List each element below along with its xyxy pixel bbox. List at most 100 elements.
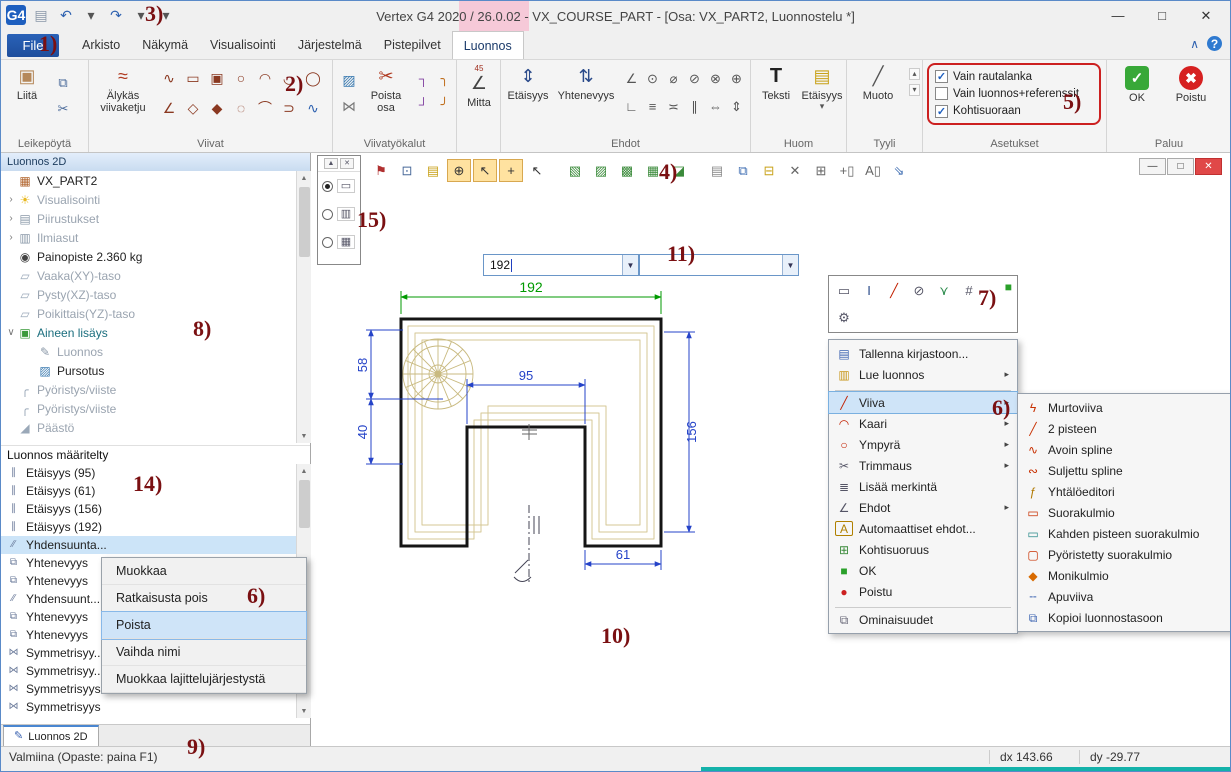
dimension-note-button[interactable]: ▤ Etäisyys ▾ bbox=[799, 64, 845, 111]
shape-style-button[interactable]: ╱ Muoto bbox=[853, 64, 903, 102]
dimension-95[interactable] bbox=[467, 379, 585, 424]
dimension-61-text[interactable]: 61 bbox=[616, 547, 630, 562]
combo-dropdown-icon[interactable]: ▼ bbox=[782, 255, 798, 275]
constraint-list-item[interactable]: ∥ Etäisyys (192) bbox=[1, 518, 296, 536]
combo-value[interactable]: 192 bbox=[484, 258, 622, 272]
constraint-icon[interactable]: ⊙ bbox=[642, 68, 663, 89]
corner-tool-icon[interactable]: ┐ bbox=[413, 68, 434, 89]
qat-button[interactable]: G4 bbox=[5, 4, 27, 26]
ribbon-tab[interactable]: Pistepilvet bbox=[373, 31, 452, 59]
constraint-list-item[interactable]: ∕∕ Yhdensuunta... bbox=[1, 536, 296, 554]
ribbon-tab[interactable]: Luonnos bbox=[452, 31, 524, 59]
scroll-up-icon[interactable]: ▲ bbox=[297, 171, 311, 185]
settings-checkbox[interactable]: Kohtisuoraan bbox=[935, 105, 1093, 118]
line-shape-icon[interactable]: ◯ bbox=[301, 66, 325, 90]
constraint-list-item[interactable]: ∥ Etäisyys (156) bbox=[1, 500, 296, 518]
line-shape-icon[interactable]: ◠ bbox=[253, 66, 277, 90]
reference-name-combo[interactable]: ▼ bbox=[639, 254, 799, 276]
canvas-toolbar-button[interactable]: ↖ bbox=[473, 159, 497, 182]
constraint-icon[interactable]: ⇕ bbox=[726, 96, 747, 117]
canvas-toolbar-button[interactable]: ▤ bbox=[421, 159, 445, 182]
canvas-toolbar-button[interactable]: +▯ bbox=[835, 159, 859, 182]
text-button[interactable]: T Teksti bbox=[755, 64, 797, 102]
constraint-icon[interactable]: ⇔ bbox=[705, 96, 726, 117]
copy-icon[interactable]: ⧉ bbox=[53, 72, 73, 92]
coincidence-constraint-button[interactable]: ⇅ Yhtenevyys bbox=[553, 64, 619, 102]
menu-item[interactable]: A Automaattiset ehdot... bbox=[829, 518, 1017, 539]
constraint-icon[interactable]: ∠ bbox=[621, 68, 642, 89]
tree-item[interactable]: › ▤ Piirustukset bbox=[1, 209, 296, 228]
line-shape-icon[interactable]: ∠ bbox=[157, 96, 181, 120]
dimension-58-40[interactable] bbox=[366, 330, 443, 464]
qat-button[interactable]: ▾ bbox=[80, 4, 102, 26]
drawing-canvas[interactable]: 192 95 58 40 156 bbox=[311, 153, 1231, 746]
menu-item[interactable]: ≣ Lisää merkintä bbox=[829, 476, 1017, 497]
constraint-icon[interactable]: ⊘ bbox=[684, 68, 705, 89]
qat-button[interactable]: ▾ bbox=[155, 4, 177, 26]
qat-button[interactable]: ▾ bbox=[130, 4, 152, 26]
ribbon-tab[interactable]: Järjestelmä bbox=[287, 31, 373, 59]
context-menu-item[interactable]: Poista bbox=[102, 612, 306, 639]
cut-icon[interactable]: ✂ bbox=[53, 98, 73, 118]
canvas-toolbar-button[interactable]: ▦ bbox=[641, 159, 665, 182]
dimension-40-text[interactable]: 40 bbox=[355, 425, 370, 439]
tree-item[interactable]: ▱ Vaaka(XY)-taso bbox=[1, 266, 296, 285]
menu-item[interactable]: ▤ Tallenna kirjastoon... bbox=[829, 343, 1017, 364]
line-shape-icon[interactable]: ◡ bbox=[277, 66, 301, 90]
document-window-button[interactable]: □ bbox=[1167, 158, 1194, 175]
menu-item[interactable]: ■ OK bbox=[829, 560, 1017, 581]
view-option[interactable]: ▥ bbox=[318, 200, 360, 228]
line-shape-icon[interactable]: ◆ bbox=[205, 96, 229, 120]
submenu-item[interactable]: ⧉ Kopioi luonnostasoon bbox=[1018, 607, 1231, 628]
constraint-icon[interactable]: ≡ bbox=[642, 96, 663, 117]
canvas-toolbar-button[interactable]: ◪ bbox=[667, 159, 691, 182]
menu-item[interactable]: ○ Ympyrä bbox=[829, 434, 1017, 455]
menu-item[interactable] bbox=[835, 603, 1011, 608]
submenu-item[interactable]: ∾ Suljettu spline bbox=[1018, 460, 1231, 481]
constraint-icon[interactable]: ∟ bbox=[621, 96, 642, 117]
canvas-toolbar-button[interactable]: ▤ bbox=[705, 159, 729, 182]
tree-item[interactable]: ▱ Pysty(XZ)-taso bbox=[1, 285, 296, 304]
tree-expander-icon[interactable]: ∨ bbox=[5, 327, 17, 338]
submenu-item[interactable]: ╌ Apuviiva bbox=[1018, 586, 1231, 607]
tree-item[interactable]: ▨ Pursotus bbox=[1, 361, 296, 380]
part-outline[interactable] bbox=[401, 319, 661, 546]
menu-item[interactable]: ▥ Lue luonnos bbox=[829, 364, 1017, 385]
linetool-side-icon[interactable]: ⋈ bbox=[337, 94, 361, 118]
canvas-toolbar-button[interactable]: ▩ bbox=[615, 159, 639, 182]
view-option[interactable]: ▦ bbox=[318, 228, 360, 256]
constraint-list-item[interactable]: ∥ Etäisyys (61) bbox=[1, 482, 296, 500]
constraint-icon[interactable]: ≍ bbox=[663, 96, 684, 117]
submenu-item[interactable]: ◆ Monikulmio bbox=[1018, 565, 1231, 586]
constraint-list-item[interactable]: ∥ Etäisyys (95) bbox=[1, 464, 296, 482]
menu-item[interactable]: ╱ Viiva bbox=[829, 392, 1017, 413]
canvas-toolbar-button[interactable]: ⊞ bbox=[809, 159, 833, 182]
line-shape-icon[interactable]: ▭ bbox=[181, 66, 205, 90]
mini-toolbar-icon[interactable]: I bbox=[858, 280, 880, 300]
line-shape-icon[interactable]: ◇ bbox=[181, 96, 205, 120]
linetool-side-icon[interactable]: ▨ bbox=[337, 68, 361, 92]
tree-item[interactable]: ◢ Päästö bbox=[1, 418, 296, 437]
canvas-toolbar-button[interactable]: ▨ bbox=[589, 159, 613, 182]
submenu-item[interactable]: ϟ Murtoviiva bbox=[1018, 397, 1231, 418]
measure-button[interactable]: 45 ∠ Mitta bbox=[459, 64, 499, 109]
bottom-tab-luonnos2d[interactable]: ✎ Luonnos 2D bbox=[3, 725, 99, 746]
corner-tool-icon[interactable]: ┘ bbox=[413, 94, 434, 115]
tree-scrollbar-thumb[interactable] bbox=[299, 187, 310, 257]
scroll-down-icon[interactable]: ▼ bbox=[297, 429, 311, 443]
ok-button[interactable]: ✓ OK bbox=[1115, 66, 1159, 104]
constraint-icon[interactable]: ∥ bbox=[684, 96, 705, 117]
line-shape-icon[interactable]: ▣ bbox=[205, 66, 229, 90]
line-shape-icon[interactable]: ○ bbox=[229, 66, 253, 90]
submenu-item[interactable]: ƒ Yhtälöeditori bbox=[1018, 481, 1231, 502]
line-shape-icon[interactable]: ∿ bbox=[157, 66, 181, 90]
view-options-header-icon[interactable]: ▲ bbox=[324, 158, 338, 169]
line-shape-icon[interactable]: ⊃ bbox=[277, 96, 301, 120]
distance-constraint-button[interactable]: ⇕ Etäisyys bbox=[505, 64, 551, 102]
submenu-item[interactable]: ∿ Avoin spline bbox=[1018, 439, 1231, 460]
constraint-icon[interactable]: ⊗ bbox=[705, 68, 726, 89]
ribbon-tab[interactable]: Visualisointi bbox=[199, 31, 287, 59]
remove-part-button[interactable]: ✂ Poista osa bbox=[363, 64, 409, 114]
dimension-58-text[interactable]: 58 bbox=[355, 358, 370, 372]
dimension-192-text[interactable]: 192 bbox=[519, 279, 543, 295]
